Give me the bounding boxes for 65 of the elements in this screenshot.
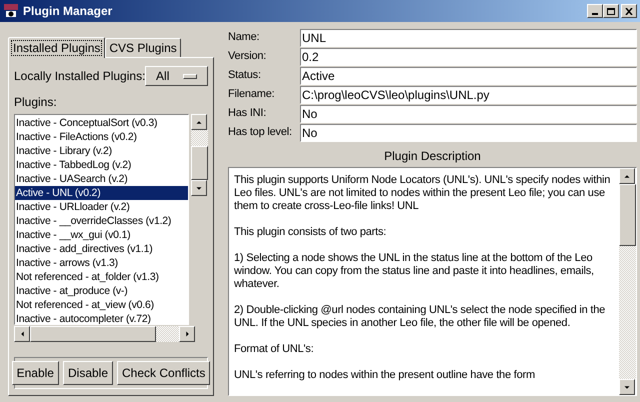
field-label: Version: (228, 49, 268, 64)
description-paragraph: UNL's referring to nodes within the present outline have the form (234, 369, 536, 382)
plugin-list-item[interactable]: Inactive - URLloader (v.2) (15, 200, 188, 214)
description-paragraph: 2) Double-clicking @url nodes containing UNL's select the node specified in the UNL. If the UNL species in another Leo file, the other file will be opened. (234, 304, 606, 330)
close-button[interactable] (621, 4, 637, 18)
field-value[interactable]: No (300, 124, 637, 142)
field-value[interactable]: No (300, 104, 637, 122)
action-button[interactable]: Disable (62, 361, 114, 385)
down-arrow-icon (623, 384, 631, 390)
window-title: Plugin Manager (23, 3, 112, 20)
plugin-list-item[interactable]: Inactive - arrows (v1.3) (15, 256, 188, 270)
action-button[interactable]: Enable (12, 361, 59, 385)
field-value[interactable]: Active (300, 66, 637, 84)
plugin-list-item[interactable]: Inactive - UASearch (v.2) (15, 172, 188, 186)
field-label: Status: (228, 68, 262, 84)
field-label: Filename: (228, 87, 276, 102)
description-paragraph: This plugin consists of two parts: (234, 226, 388, 239)
scroll-arrow-button[interactable] (191, 114, 207, 130)
plugin-list-item[interactable]: Inactive - FileActions (v0.2) (15, 130, 188, 144)
up-arrow-icon (623, 174, 631, 178)
filter-label: Locally Installed Plugins: (14, 68, 146, 85)
plugins-label: Plugins: (14, 94, 58, 111)
right-arrow-icon (184, 330, 190, 338)
scroll-arrow-button[interactable] (191, 180, 207, 196)
scrollbar-thumb[interactable] (30, 326, 156, 342)
close-icon (625, 8, 633, 14)
scrollbar-thumb[interactable] (619, 184, 636, 246)
minimize-button[interactable] (587, 4, 603, 18)
tab[interactable]: CVS Plugins (105, 38, 181, 57)
field-value[interactable]: 0.2 (300, 48, 637, 66)
plugin-list-item[interactable]: Inactive - Library (v.2) (15, 144, 188, 158)
plugin-list-item[interactable]: Inactive - add_directives (v1.1) (15, 242, 188, 256)
scroll-arrow-button[interactable] (619, 379, 635, 395)
maximize-button[interactable] (603, 4, 619, 18)
maximize-icon (607, 8, 615, 14)
plugin-list-item[interactable]: Not referenced - at_view (v0.6) (15, 298, 188, 312)
dropdown-indicator-icon (183, 74, 198, 78)
description-paragraph: Format of UNL's: (234, 343, 315, 356)
field-label: Name: (228, 30, 260, 46)
down-arrow-icon (195, 186, 203, 190)
filter-dropdown[interactable]: All (145, 66, 208, 86)
plugin-list-item[interactable]: Inactive - __overrideClasses (v1.2) (15, 214, 188, 228)
description-paragraph: 1) Selecting a node shows the UNL in the status line at the bottom of the Leo window. You can copy from the status line and paste it into headlines, emails, whatever. (234, 252, 595, 291)
left-arrow-icon (20, 330, 24, 338)
plugin-list-item[interactable]: Inactive - TabbedLog (v.2) (15, 158, 188, 172)
field-value[interactable]: C:\prog\leoCVS\leo\plugins\UNL.py (300, 86, 637, 104)
field-label: Has INI: (228, 106, 268, 122)
description-paragraph: This plugin supports Uniform Node Locators (UNL's). UNL's specify nodes within Leo files. UNL's are not limited to nodes within the present Leo file; you can use them to create cross-Leo-file links! UNL (234, 174, 612, 213)
field-label: Has top level: (228, 125, 293, 140)
action-button[interactable]: Check Conflicts (117, 361, 210, 385)
plugin-list-item[interactable]: Active - UNL (v0.2) (15, 186, 188, 200)
tab[interactable]: Installed Plugins (8, 37, 106, 58)
plugin-list-item[interactable]: Inactive - at_produce (v-) (15, 284, 188, 298)
app-icon (3, 3, 19, 19)
up-arrow-icon (195, 120, 203, 124)
scrollbar-thumb[interactable] (191, 146, 208, 180)
plugin-list-item[interactable]: Inactive - autocompleter (v.72) (15, 312, 188, 324)
field-value[interactable]: UNL (300, 28, 637, 46)
scroll-arrow-button[interactable] (619, 168, 635, 184)
scroll-arrow-button[interactable] (179, 326, 195, 342)
scroll-arrow-button[interactable] (14, 326, 30, 342)
plugin-list-item[interactable]: Not referenced - at_folder (v1.3) (15, 270, 188, 284)
description-heading: Plugin Description (383, 148, 482, 165)
plugin-list-item[interactable]: Inactive - ConceptualSort (v0.3) (15, 116, 188, 130)
plugin-list-item[interactable]: Inactive - __wx_gui (v0.1) (15, 228, 188, 242)
